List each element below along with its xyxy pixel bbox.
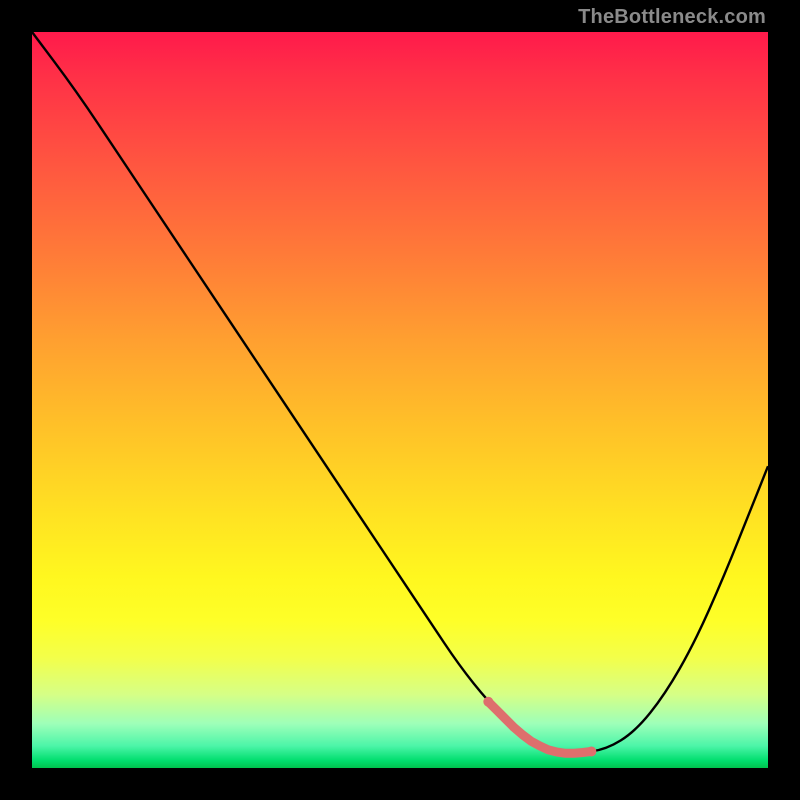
optimal-range-start-dot <box>483 697 493 707</box>
watermark-text: TheBottleneck.com <box>578 6 766 29</box>
optimal-range-end-dot <box>586 746 596 756</box>
bottleneck-curve <box>32 32 768 753</box>
plot-area <box>32 32 768 768</box>
chart-frame: TheBottleneck.com <box>0 0 800 800</box>
optimal-range-highlight <box>488 702 591 754</box>
plot-svg <box>32 32 768 768</box>
